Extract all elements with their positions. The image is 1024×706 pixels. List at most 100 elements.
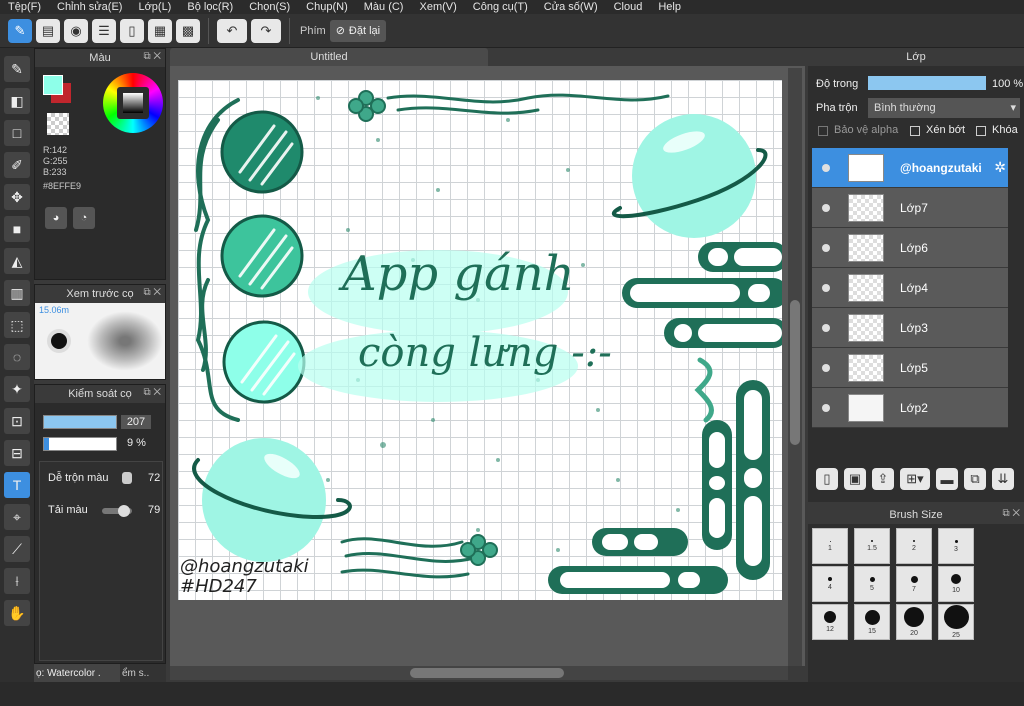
eye-icon[interactable] <box>822 363 830 372</box>
layer-row[interactable]: Lớp6 <box>812 228 1008 268</box>
undo-icon[interactable]: ↶ <box>217 18 247 43</box>
menu-cloud[interactable]: Cloud <box>606 0 651 14</box>
menu-capture[interactable]: Chụp(N) <box>298 0 356 14</box>
folder-icon[interactable]: ▬ <box>936 468 958 490</box>
notes-icon[interactable]: ☰ <box>92 18 116 43</box>
divide-tool-icon[interactable]: ⟋ <box>4 536 30 562</box>
brush-size-cell[interactable]: 12 <box>812 604 848 640</box>
protect-alpha-checkbox[interactable] <box>818 126 828 136</box>
layer-row[interactable]: Lớp7 <box>812 188 1008 228</box>
blend-mode-select[interactable]: Bình thường ▾ <box>868 98 1020 118</box>
brush-size-cell[interactable]: 1.5 <box>854 528 890 564</box>
lasso-tool-icon[interactable]: ◌ <box>4 344 30 370</box>
layer-row[interactable]: Lớp4 <box>812 268 1008 308</box>
panel-close-icon[interactable]: ⧉ ✕ <box>1002 508 1020 519</box>
eye-icon[interactable] <box>822 203 830 212</box>
tab-brush-more[interactable]: ểm s.. <box>120 664 166 684</box>
brush-size-cell[interactable]: 20 <box>896 604 932 640</box>
menu-tools[interactable]: Công cụ(T) <box>465 0 536 14</box>
brush-opacity-slider[interactable] <box>43 437 117 451</box>
eye-icon[interactable] <box>822 323 830 332</box>
brush-size-cell[interactable]: 2 <box>896 528 932 564</box>
panel-close-icon[interactable]: ⧉ ✕ <box>143 51 161 62</box>
lock-checkbox[interactable] <box>976 126 986 136</box>
menu-filter[interactable]: Bộ lọc(R) <box>179 0 241 14</box>
brush-size-value[interactable]: 207 <box>121 415 151 429</box>
eyedropper-tool-icon[interactable]: ⟊ <box>4 568 30 594</box>
brush-size-cell[interactable]: 10 <box>938 566 974 602</box>
menu-layer[interactable]: Lớp(L) <box>130 0 179 14</box>
redo-icon[interactable]: ↷ <box>251 18 281 43</box>
color-wheel[interactable] <box>103 73 163 133</box>
brush-size-cell[interactable]: 4 <box>812 566 848 602</box>
layers-toggle-icon[interactable]: ▤ <box>36 18 60 43</box>
menu-edit[interactable]: Chỉnh sửa(E) <box>49 0 130 14</box>
layer-row[interactable]: Lớp3 <box>812 308 1008 348</box>
tab-watercolor[interactable]: ọ: Watercolor . <box>34 664 120 684</box>
foreground-color-swatch[interactable] <box>43 75 63 95</box>
bucket-tool-icon[interactable]: ◭ <box>4 248 30 274</box>
select-pen-tool-icon[interactable]: ⊡ <box>4 408 30 434</box>
document-icon[interactable]: ▯ <box>120 18 144 43</box>
text-tool-icon[interactable]: T <box>4 472 30 498</box>
panel-close-icon[interactable]: ⧉ ✕ <box>143 287 161 298</box>
marquee-tool-icon[interactable]: ⬚ <box>4 312 30 338</box>
mix-slider-knob[interactable] <box>122 472 132 484</box>
canvas-horizontal-scroll-thumb[interactable] <box>410 668 564 678</box>
palette-icon[interactable]: ◕ <box>45 207 67 229</box>
transparent-swatch[interactable] <box>47 113 69 135</box>
menu-help[interactable]: Help <box>650 0 689 14</box>
layer-opacity-slider[interactable] <box>868 76 986 90</box>
eye-icon[interactable] <box>822 243 830 252</box>
pen-tool-icon[interactable]: ✐ <box>4 152 30 178</box>
merge-layer-icon[interactable]: ⇊ <box>992 468 1014 490</box>
swap-color-icon[interactable]: ◔ <box>73 207 95 229</box>
eye-icon[interactable] <box>822 283 830 292</box>
brush-mode-icon[interactable]: ✎ <box>8 18 32 43</box>
list-icon[interactable]: ▦ <box>148 18 172 43</box>
brush-size-cell[interactable]: 15 <box>854 604 890 640</box>
import-layer-icon[interactable]: ⇪ <box>872 468 894 490</box>
eye-icon[interactable] <box>822 163 830 172</box>
brush-size-cell[interactable]: 1 <box>812 528 848 564</box>
menu-file[interactable]: Tệp(F) <box>0 0 49 14</box>
load-slider[interactable] <box>102 505 132 517</box>
comment-icon[interactable]: ◉ <box>64 18 88 43</box>
fill-rect-tool-icon[interactable]: ■ <box>4 216 30 242</box>
rect-select-tool-icon[interactable]: □ <box>4 120 30 146</box>
layer-row[interactable]: Lớp5 <box>812 348 1008 388</box>
canvas-vertical-scroll-thumb[interactable] <box>790 300 800 445</box>
brush-size-slider[interactable] <box>43 415 117 429</box>
layers-panel-header: Lớp <box>808 48 1024 66</box>
brush-size-cell[interactable]: 7 <box>896 566 932 602</box>
panel-close-icon[interactable]: ⧉ ✕ <box>143 387 161 398</box>
grid-icon[interactable]: ▩ <box>176 18 200 43</box>
select-eraser-tool-icon[interactable]: ⊟ <box>4 440 30 466</box>
gradient-tool-icon[interactable]: ▥ <box>4 280 30 306</box>
menu-view[interactable]: Xem(V) <box>411 0 464 14</box>
new-halftone-layer-icon[interactable]: ▣ <box>844 468 866 490</box>
operation-tool-icon[interactable]: ⌖ <box>4 504 30 530</box>
move-tool-icon[interactable]: ✥ <box>4 184 30 210</box>
hand-tool-icon[interactable]: ✋ <box>4 600 30 626</box>
brush-size-cell[interactable]: 25 <box>938 604 974 640</box>
brush-size-cell[interactable]: 3 <box>938 528 974 564</box>
artboard[interactable]: App gánh còng lưng -:- @hoangzutaki #HD2… <box>178 80 782 600</box>
eye-icon[interactable] <box>822 403 830 412</box>
menu-window[interactable]: Cửa số(W) <box>536 0 606 14</box>
brush-size-cell[interactable]: 5 <box>854 566 890 602</box>
menu-color[interactable]: Màu (C) <box>356 0 412 14</box>
new-layer-icon[interactable]: ▯ <box>816 468 838 490</box>
eraser-tool-icon[interactable]: ◧ <box>4 88 30 114</box>
layer-row[interactable]: Lớp2 <box>812 388 1008 428</box>
canvas-tab[interactable]: Untitled <box>170 48 488 66</box>
layer-row[interactable]: @hoangzutaki ✲ <box>812 148 1008 188</box>
brush-tool-icon[interactable]: ✎ <box>4 56 30 82</box>
reset-button[interactable]: ⊘ Đặt lại <box>329 19 387 42</box>
magic-wand-tool-icon[interactable]: ✦ <box>4 376 30 402</box>
gear-icon[interactable]: ✲ <box>994 159 1006 176</box>
menu-select[interactable]: Chọn(S) <box>241 0 298 14</box>
clip-checkbox[interactable] <box>910 126 920 136</box>
layer-mode-dropdown-icon[interactable]: ⊞▾ <box>900 468 930 490</box>
duplicate-layer-icon[interactable]: ⧉ <box>964 468 986 490</box>
